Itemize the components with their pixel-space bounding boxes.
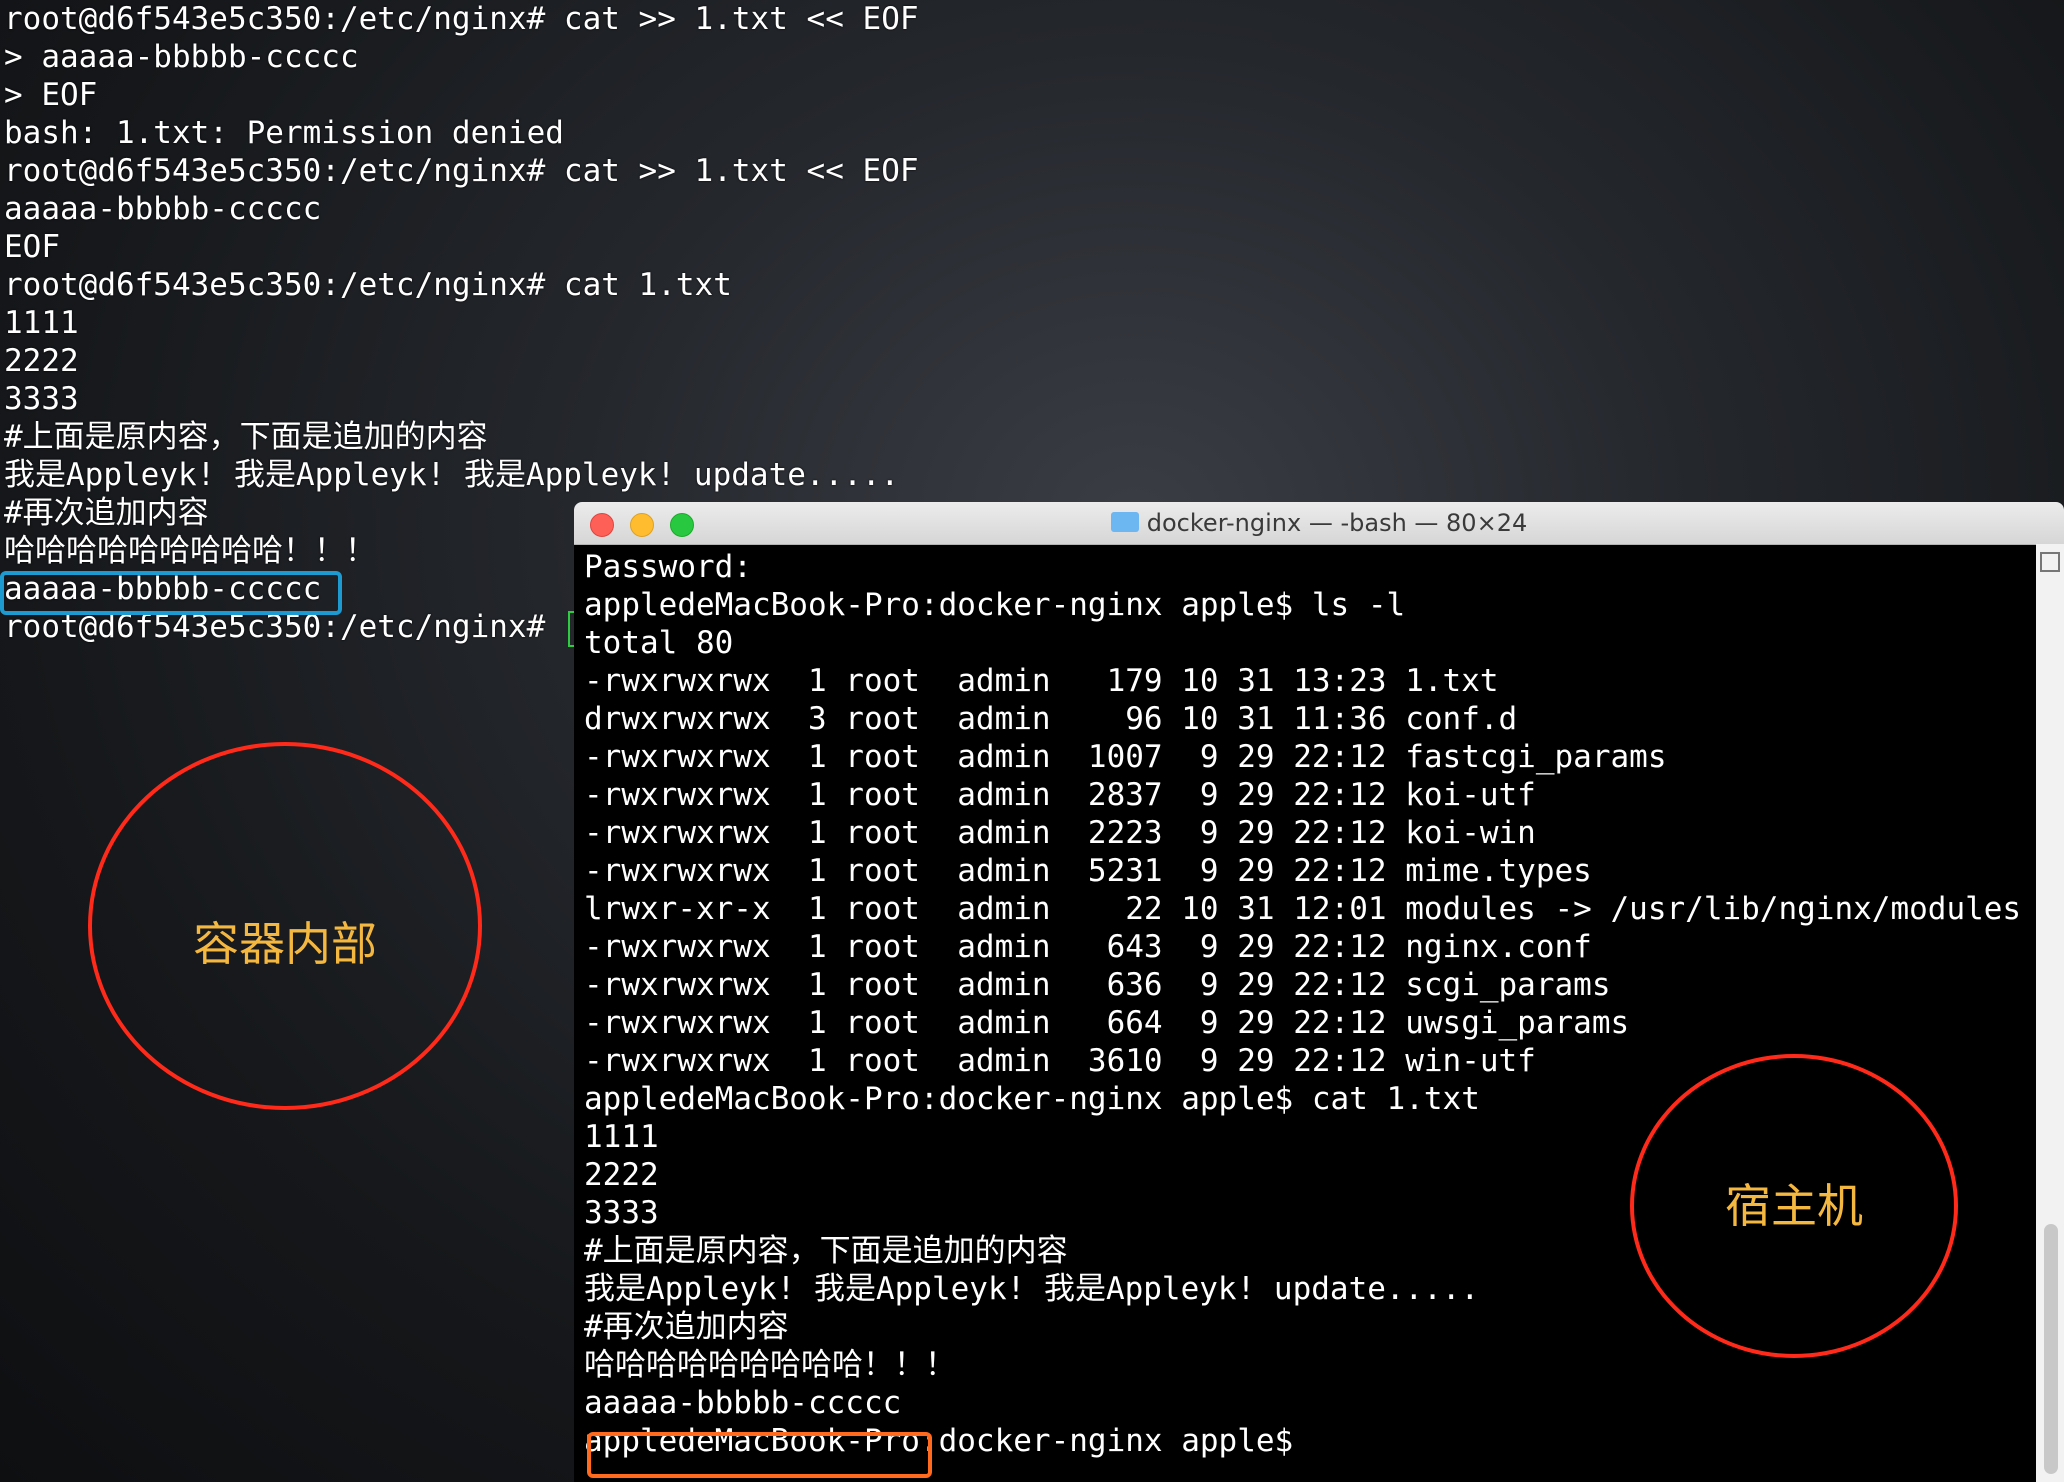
terminal-line: -rwxrwxrwx 1 root admin 2837 9 29 22:12 …: [584, 777, 1536, 813]
terminal-line: lrwxr-xr-x 1 root admin 22 10 31 12:01 m…: [584, 891, 2022, 927]
container-annotation-label: 容器内部: [193, 917, 377, 971]
host-annotation-label: 宿主机: [1725, 1179, 1863, 1233]
terminal-line: > EOF: [4, 77, 98, 113]
terminal-line: total 80: [584, 625, 734, 661]
terminal-line: -rwxrwxrwx 1 root admin 664 9 29 22:12 u…: [584, 1005, 1630, 1041]
window-title: docker-nginx — -bash — 80×24: [574, 502, 2064, 544]
terminal-line: 2222: [4, 343, 79, 379]
terminal-line: drwxrwxrwx 3 root admin 96 10 31 11:36 c…: [584, 701, 1518, 737]
container-highlight-box: [0, 571, 342, 615]
terminal-line: #上面是原内容，下面是追加的内容: [4, 419, 488, 455]
terminal-line: -rwxrwxrwx 1 root admin 179 10 31 13:23 …: [584, 663, 1499, 699]
host-highlight-box: [587, 1432, 932, 1478]
window-titlebar[interactable]: docker-nginx — -bash — 80×24: [574, 502, 2064, 545]
terminal-line: > aaaaa-bbbbb-ccccc: [4, 39, 359, 75]
split-pane-icon[interactable]: [2040, 552, 2060, 572]
terminal-line: root@d6f543e5c350:/etc/nginx# cat >> 1.t…: [4, 153, 919, 189]
terminal-line: -rwxrwxrwx 1 root admin 5231 9 29 22:12 …: [584, 853, 1592, 889]
terminal-line: 我是Appleyk! 我是Appleyk! 我是Appleyk! update.…: [4, 457, 900, 493]
terminal-line: -rwxrwxrwx 1 root admin 636 9 29 22:12 s…: [584, 967, 1611, 1003]
terminal-line: -rwxrwxrwx 1 root admin 643 9 29 22:12 n…: [584, 929, 1592, 965]
window-title-text: docker-nginx — -bash — 80×24: [1146, 509, 1528, 537]
terminal-line: 1111: [4, 305, 79, 341]
terminal-line: -rwxrwxrwx 1 root admin 1007 9 29 22:12 …: [584, 739, 1667, 775]
terminal-line: EOF: [4, 229, 60, 265]
terminal-line: appledeMacBook-Pro:docker-nginx apple$ l…: [584, 587, 1406, 623]
folder-icon: [1110, 512, 1139, 532]
terminal-line: root@d6f543e5c350:/etc/nginx# cat 1.txt: [4, 267, 732, 303]
terminal-line: Password:: [584, 549, 752, 585]
terminal-line: 3333: [4, 381, 79, 417]
terminal-line: aaaaa-bbbbb-ccccc: [584, 1385, 902, 1421]
terminal-line: root@d6f543e5c350:/etc/nginx# cat >> 1.t…: [4, 1, 919, 37]
scrollbar-thumb[interactable]: [2044, 1224, 2058, 1474]
terminal-line: aaaaa-bbbbb-ccccc: [4, 191, 322, 227]
scrollbar[interactable]: [2036, 544, 2064, 1482]
terminal-line: -rwxrwxrwx 1 root admin 2223 9 29 22:12 …: [584, 815, 1536, 851]
terminal-line: bash: 1.txt: Permission denied: [4, 115, 564, 151]
